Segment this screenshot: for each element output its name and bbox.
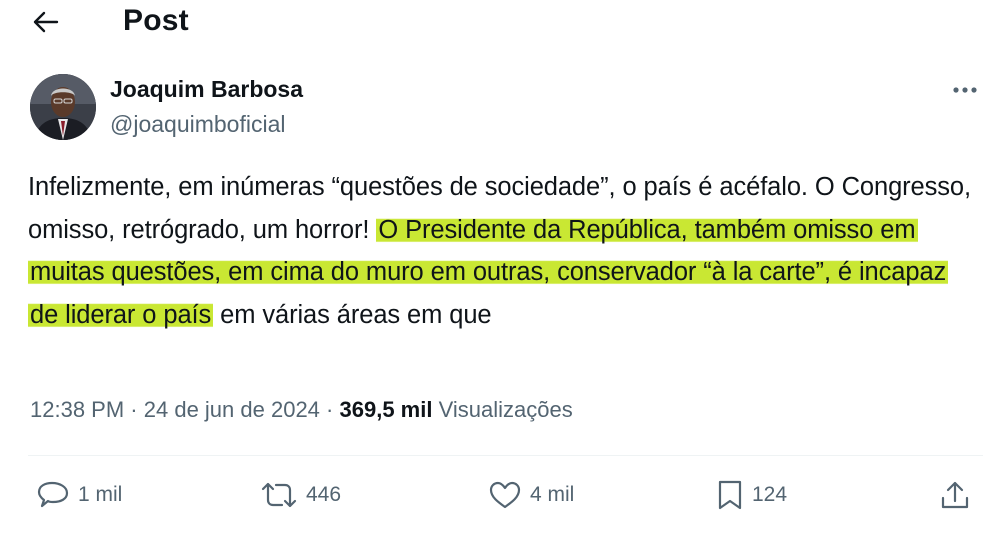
top-bar: Post <box>0 0 1000 48</box>
meta-separator: · <box>326 397 334 422</box>
meta-separator: · <box>130 397 138 422</box>
reply-button[interactable]: 1 mil <box>36 470 122 520</box>
more-dots-icon <box>952 81 978 99</box>
post-meta: 12:38 PM · 24 de jun de 2024 · 369,5 mil… <box>30 397 573 423</box>
share-icon <box>940 479 970 511</box>
like-button[interactable]: 4 mil <box>488 470 574 520</box>
share-button[interactable] <box>940 470 970 520</box>
post-text: Infelizmente, em inúmeras “questões de s… <box>28 166 978 336</box>
reply-icon <box>36 480 70 510</box>
post-text-continued: em várias áreas em que <box>213 300 492 329</box>
action-bar: 1 mil 446 4 mil 124 <box>0 470 1000 520</box>
like-count: 4 mil <box>530 483 575 506</box>
bookmark-button[interactable]: 124 <box>716 470 787 520</box>
bookmark-count: 124 <box>752 483 788 506</box>
repost-button[interactable]: 446 <box>260 470 341 520</box>
heart-icon <box>488 480 522 510</box>
author-handle[interactable]: @joaquimboficial <box>110 111 286 138</box>
page-title: Post <box>123 4 189 37</box>
divider <box>28 455 983 456</box>
arrow-left-icon <box>33 11 59 38</box>
avatar[interactable] <box>30 74 96 140</box>
views-count: 369,5 mil <box>339 397 433 422</box>
bookmark-icon <box>716 479 744 511</box>
more-options-button[interactable] <box>945 75 985 105</box>
repost-icon <box>260 480 298 510</box>
reply-count: 1 mil <box>78 483 123 506</box>
post-date[interactable]: 24 de jun de 2024 <box>144 397 320 422</box>
post-time[interactable]: 12:38 PM <box>30 397 124 422</box>
repost-count: 446 <box>306 483 342 506</box>
back-button[interactable] <box>28 6 64 42</box>
views-label: Visualizações <box>438 397 573 422</box>
author-name[interactable]: Joaquim Barbosa <box>110 76 303 103</box>
